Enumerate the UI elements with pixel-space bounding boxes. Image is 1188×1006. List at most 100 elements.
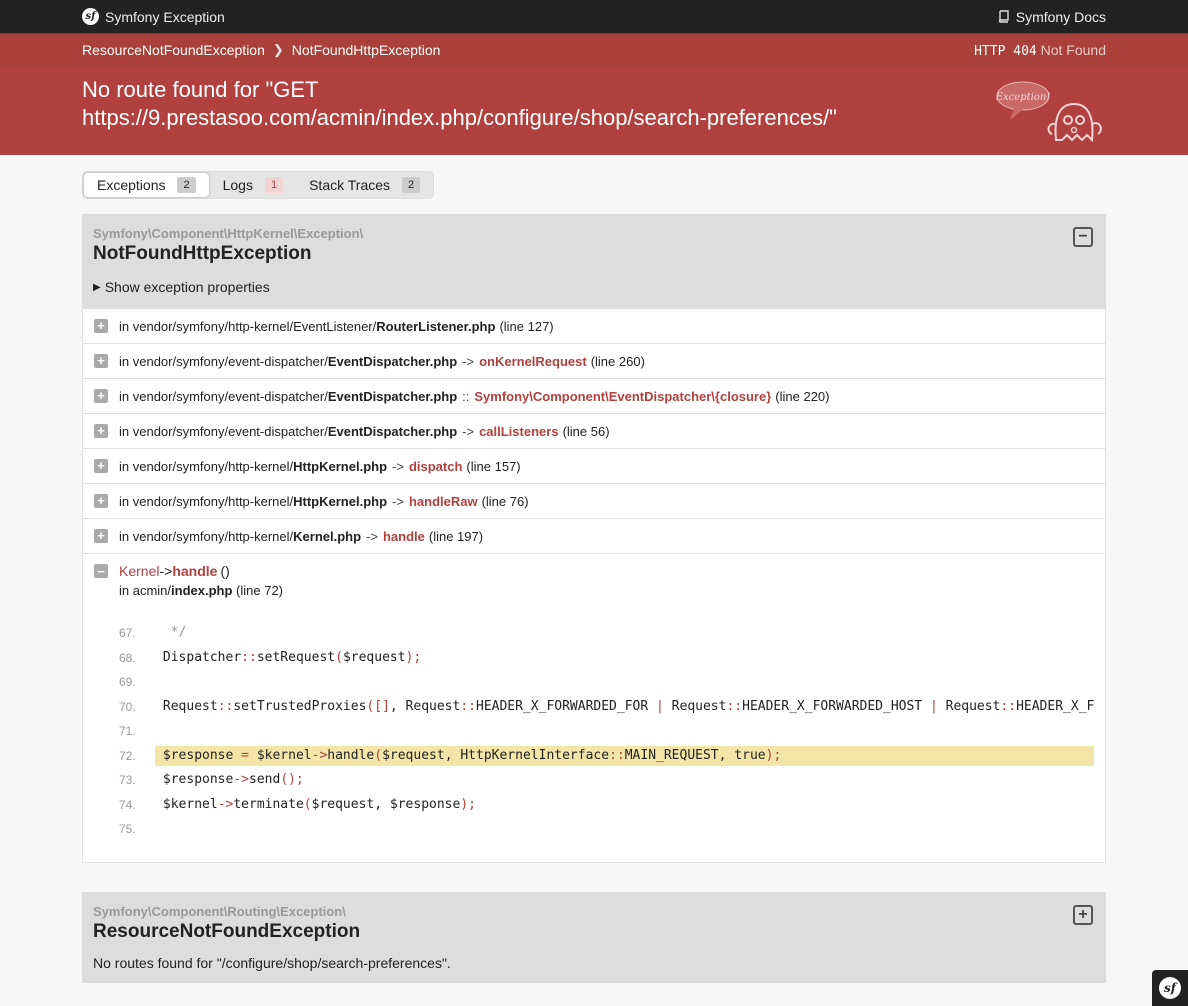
code-line: 68. Dispatcher::setRequest($request); [119,646,1094,671]
trace-line: (line 127) [499,318,554,334]
plus-box-icon[interactable]: + [94,529,108,543]
brand-label: Symfony Exception [105,8,225,25]
brand[interactable]: sf Symfony Exception [82,8,225,25]
symfony-logo-icon: sf [82,8,99,25]
trace-file: EventDispatcher.php [327,388,458,404]
tab-exceptions[interactable]: Exceptions 2 [83,172,210,198]
ghost-icon: Exception! [996,81,1102,143]
code-line: 75. [119,817,1094,842]
line-number: 68. [119,650,136,665]
code-text: Request::setTrustedProxies([], Request::… [162,698,1094,714]
exception-namespace: Symfony\Component\Routing\Exception\ [93,904,346,919]
line-number: 72. [119,748,136,763]
exception-panel: Symfony\Component\Routing\Exception\ Res… [82,892,1106,983]
minus-box-icon[interactable]: − [94,564,108,579]
stack-trace: + in vendor/symfony/http-kernel/EventLis… [82,309,1106,863]
symfony-logo-icon: sf [1159,977,1181,999]
collapse-icon[interactable]: − [1073,227,1093,247]
line-number: 67. [119,626,136,641]
trace-file: Kernel.php [293,528,362,544]
code-text: $response->send(); [162,772,304,788]
trace-line: (line 76) [481,493,529,509]
plus-box-icon[interactable]: + [94,459,108,473]
trace-separator: -> [392,493,404,509]
docs-link[interactable]: Symfony Docs [998,9,1106,25]
trace-file: HttpKernel.php [293,493,388,509]
tab-bar: Exceptions 2 Logs 1 Stack Traces 2 [82,171,435,199]
trace-separator: -> [392,458,404,474]
count-badge: 2 [177,177,196,193]
trace-function: Symfony\Component\EventDispatcher\{closu… [474,388,772,404]
expand-icon[interactable]: + [1073,905,1093,925]
show-properties-label: Show exception properties [104,279,270,295]
trace-line: (line 220) [775,388,830,404]
line-number: 75. [119,822,136,837]
plus-box-icon[interactable]: + [94,319,108,333]
book-icon [998,10,1009,23]
trace-row[interactable]: + in vendor/symfony/http-kernel/Kernel.p… [83,519,1105,554]
tab-stack-traces[interactable]: Stack Traces 2 [296,172,433,198]
trace-row[interactable]: + in vendor/symfony/http-kernel/HttpKern… [83,449,1105,484]
trace-arrow: -> [159,563,173,579]
code-text: $kernel->terminate($request, $response); [162,796,476,812]
breadcrumb-item[interactable]: ResourceNotFoundException [82,42,265,58]
trace-row[interactable]: + in vendor/symfony/event-dispatcher/Eve… [83,344,1105,379]
plus-box-icon[interactable]: + [94,354,108,368]
trace-function: handle [172,563,218,579]
breadcrumb-item[interactable]: NotFoundHttpException [292,42,441,58]
plus-box-icon[interactable]: + [94,494,108,508]
expanded-trace: − Kernel -> handle () in acmin/index.php… [83,554,1105,862]
tab-label: Logs [222,177,253,193]
trace-function: handle [382,528,425,544]
trace-class: Kernel [119,563,160,579]
plus-box-icon[interactable]: + [94,389,108,403]
expanded-trace-title: − Kernel -> handle () [94,563,1094,579]
trace-file: EventDispatcher.php [327,353,458,369]
count-badge: 2 [402,177,421,193]
code-snippet: 67. */68. Dispatcher::setRequest($request… [119,621,1094,862]
docs-label: Symfony Docs [1015,8,1106,25]
trace-prefix: in vendor/symfony/http-kernel/EventListe… [119,318,377,334]
show-properties-toggle[interactable]: ▶ Show exception properties [93,279,1095,295]
trace-separator: :: [462,388,470,404]
trace-prefix: in vendor/symfony/http-kernel/ [119,528,294,544]
top-bar: sf Symfony Exception Symfony Docs [0,0,1188,33]
exception-panel: Symfony\Component\HttpKernel\Exception\ … [82,214,1106,863]
trace-function: dispatch [408,458,463,474]
trace-function: onKernelRequest [479,353,587,369]
count-badge: 1 [264,177,284,193]
trace-line: (line 56) [562,423,610,439]
line-number: 69. [119,675,136,690]
trace-function: callListeners [479,423,559,439]
symfony-toolbar-toggle[interactable]: sf [1152,970,1188,1006]
exception-name: ResourceNotFoundException [93,921,361,942]
trace-row[interactable]: + in vendor/symfony/http-kernel/HttpKern… [83,484,1105,519]
trace-prefix: in vendor/symfony/event-dispatcher/ [119,388,328,404]
code-line: 74. $kernel->terminate($request, $respons… [119,793,1094,818]
triangle-right-icon: ▶ [93,281,101,293]
trace-file: index.php [171,583,233,598]
code-text: $response = $kernel->handle($request, Ht… [154,745,1094,766]
trace-separator: -> [366,528,378,544]
exception-header: No route found for "GET https://9.presta… [0,66,1188,155]
trace-prefix: in acmin/ [119,583,172,598]
trace-row[interactable]: + in vendor/symfony/event-dispatcher/Eve… [83,379,1105,414]
trace-line: (line 157) [466,458,521,474]
status-text: Not Found [1040,41,1106,58]
plus-box-icon[interactable]: + [94,424,108,438]
trace-line: (line 72) [236,583,284,598]
http-status: HTTP 404 Not Found [949,42,1106,59]
trace-line: (line 197) [428,528,484,544]
tab-logs[interactable]: Logs 1 [210,172,296,198]
code-line: 70. Request::setTrustedProxies([], Reques… [119,695,1094,720]
line-number: 73. [119,773,136,788]
trace-prefix: in vendor/symfony/http-kernel/ [119,493,294,509]
trace-prefix: in vendor/symfony/event-dispatcher/ [119,353,328,369]
exception-namespace: Symfony\Component\HttpKernel\Exception\ [93,226,364,241]
exception-message: No route found for "GET https://9.presta… [82,77,837,130]
trace-row[interactable]: + in vendor/symfony/http-kernel/EventLis… [83,309,1105,344]
trace-row[interactable]: + in vendor/symfony/event-dispatcher/Eve… [83,414,1105,449]
exception-header-block: Symfony\Component\HttpKernel\Exception\ … [82,214,1106,309]
code-text: */ [162,625,187,641]
